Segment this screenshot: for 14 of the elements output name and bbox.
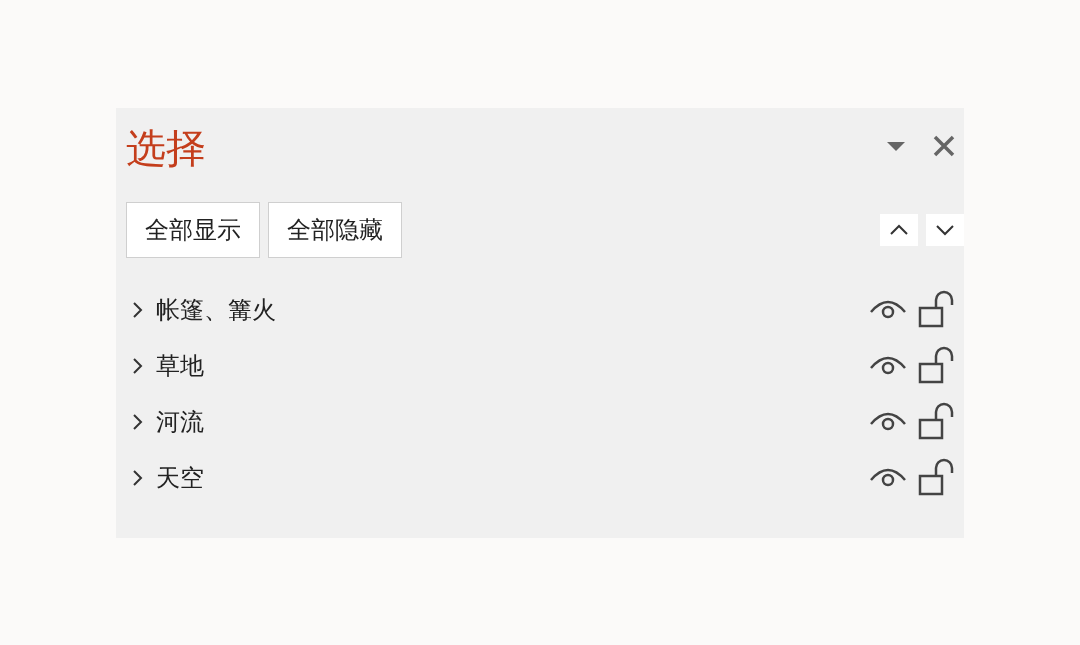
toolbar-button[interactable]: 全部显示 <box>126 202 260 258</box>
panel-title: 选择 <box>126 124 207 173</box>
move-up-button[interactable] <box>880 214 918 246</box>
move-down-button[interactable] <box>926 214 964 246</box>
layer-name[interactable]: 帐篷、篝火 <box>156 292 868 328</box>
layer-name[interactable]: 河流 <box>156 404 868 440</box>
open-lock-icon[interactable] <box>916 458 956 498</box>
close-icon[interactable] <box>932 134 956 158</box>
open-lock-icon[interactable] <box>916 346 956 386</box>
layer-name[interactable]: 草地 <box>156 348 868 384</box>
open-lock-icon[interactable] <box>916 290 956 330</box>
open-lock-icon[interactable] <box>916 402 956 442</box>
toolbar-button[interactable]: 全部隐藏 <box>268 202 402 258</box>
layer-name[interactable]: 天空 <box>156 460 868 496</box>
